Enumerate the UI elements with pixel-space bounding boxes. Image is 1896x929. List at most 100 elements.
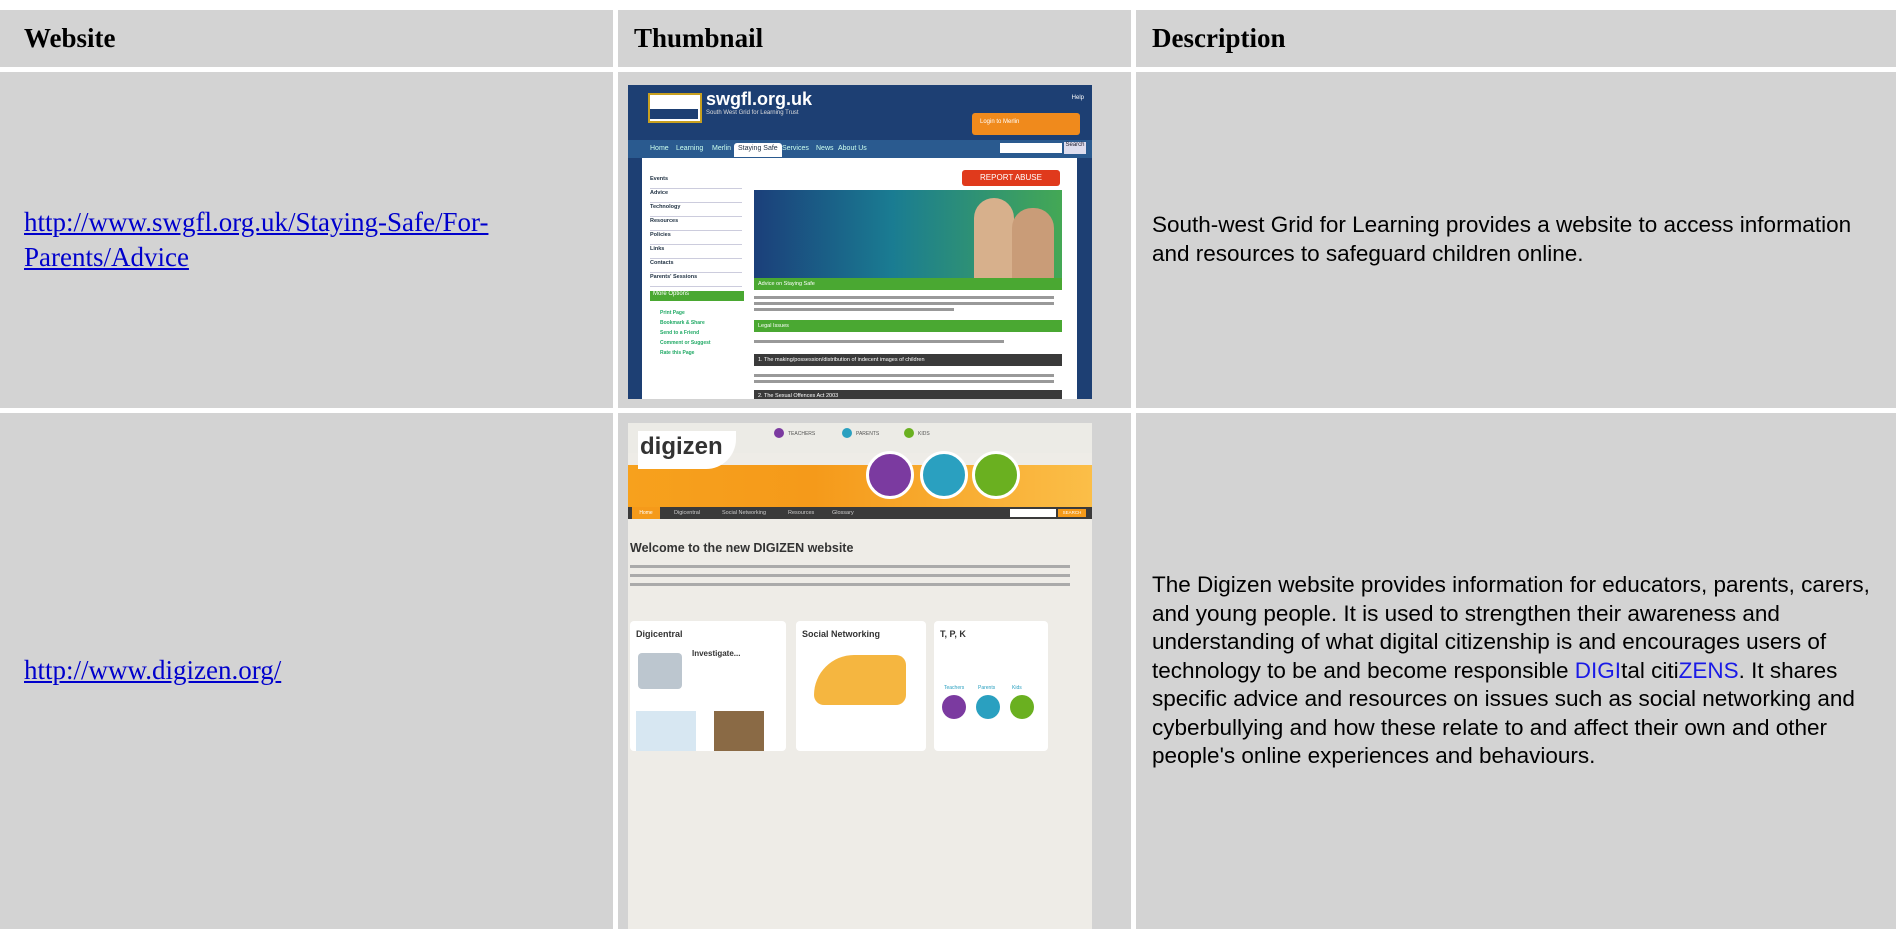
- digizen-search-button: SEARCH: [1058, 509, 1086, 517]
- digizen-logo: digizen: [640, 433, 723, 460]
- swgfl-side-item: Events: [650, 176, 742, 189]
- tpk-link: Parents: [978, 685, 996, 691]
- digizen-panel-title: T, P, K: [940, 629, 966, 639]
- teachers-dot-icon: [774, 428, 784, 438]
- digizen-top-link: TEACHERS: [788, 431, 816, 437]
- header-description: Description: [1136, 10, 1896, 67]
- swgfl-text-line: [754, 308, 954, 311]
- swgfl-login-box: Login to Merlin: [972, 113, 1080, 135]
- digizen-panel-digicentral: Digicentral Investigate...: [630, 621, 786, 751]
- digizen-welcome-heading: Welcome to the new DIGIZEN website: [630, 541, 854, 555]
- header-website: Website: [0, 10, 613, 67]
- digizen-nav-item: Resources: [788, 510, 815, 516]
- swgfl-side-item: Policies: [650, 232, 742, 245]
- thumbnail-cell-digizen: digizen TEACHERS PARENTS KIDS Home Digic…: [618, 413, 1131, 929]
- swgfl-text-line: [754, 302, 1054, 305]
- swgfl-advice-bar: Advice on Staying Safe: [754, 278, 1062, 290]
- parents-figure-icon: [920, 451, 968, 499]
- kids-dot-icon: [904, 428, 914, 438]
- website-cell-digizen: http://www.digizen.org/: [0, 413, 613, 929]
- thumbnail-cell-swgfl: swgfl.org.uk South West Grid for Learnin…: [618, 72, 1131, 408]
- swgfl-description: South-west Grid for Learning provides a …: [1152, 212, 1852, 266]
- tpk-link: Teachers: [944, 685, 965, 691]
- swgfl-search-button: Search: [1064, 142, 1086, 154]
- digizen-panel-title: Social Networking: [802, 629, 881, 639]
- digizen-orange-banner: [628, 465, 1092, 512]
- parents-dot-icon: [842, 428, 852, 438]
- swgfl-nav-learning: Learning: [676, 145, 704, 152]
- tpk-link: Kids: [1012, 685, 1022, 691]
- digizen-top-link: PARENTS: [856, 431, 880, 437]
- swgfl-text-line: [754, 374, 1054, 377]
- swgfl-side-item: Contacts: [650, 260, 742, 273]
- digizen-nav-home: Home: [632, 507, 660, 519]
- kid-circle-icon: [1010, 695, 1034, 719]
- digizen-text-line: [630, 574, 1070, 577]
- swgfl-option: Comment or Suggest: [660, 340, 711, 346]
- swgfl-help-link: Help: [1071, 95, 1084, 101]
- swgfl-site-title: swgfl.org.uk: [706, 89, 813, 109]
- swgfl-report-abuse: REPORT ABUSE: [962, 170, 1060, 186]
- swgfl-issue-bar: 1. The making/possession/distribution of…: [754, 354, 1062, 366]
- digi-highlight: DIGI: [1574, 657, 1622, 683]
- digizen-top-link: KIDS: [918, 431, 930, 437]
- swgfl-login-label: Login to Merlin: [980, 119, 1020, 125]
- photo-icon: [714, 711, 764, 751]
- digizen-text-line: [630, 565, 1070, 568]
- swgfl-issue-bar: 2. The Sexual Offences Act 2003: [754, 390, 1062, 399]
- swgfl-nav-merlin: Merlin: [712, 145, 732, 152]
- digizen-panel-tpk: T, P, K Teachers Parents Kids: [934, 621, 1048, 751]
- swgfl-text-line: [754, 296, 1054, 299]
- laptop-figure-icon: [814, 655, 906, 705]
- digizen-panel-title: Digicentral: [636, 629, 683, 639]
- swgfl-banner-person: [1012, 208, 1054, 278]
- digizen-link[interactable]: http://www.digizen.org/: [24, 653, 281, 688]
- digizen-investigate: Investigate...: [692, 649, 741, 658]
- swgfl-text-line: [754, 340, 1004, 343]
- swgfl-option: Print Page: [660, 310, 685, 316]
- swgfl-side-item: Parents' Sessions: [650, 274, 742, 287]
- swgfl-logo-strip: [650, 109, 698, 119]
- swgfl-banner-image: [754, 190, 1062, 278]
- swgfl-side-item: Advice: [650, 190, 742, 203]
- swgfl-option: Rate this Page: [660, 350, 695, 356]
- digizen-nav-item: Digicentral: [674, 510, 700, 516]
- digizen-nav-item: Glossary: [832, 510, 854, 516]
- people-icon: [638, 653, 682, 689]
- swgfl-site-subtitle: South West Grid for Learning Trust: [706, 110, 799, 116]
- header-thumbnail: Thumbnail: [618, 10, 1131, 67]
- website-cell-swgfl: http://www.swgfl.org.uk/Staying-Safe/For…: [0, 72, 613, 408]
- description-cell-swgfl: South-west Grid for Learning provides a …: [1136, 72, 1896, 408]
- description-cell-digizen: The Digizen website provides information…: [1136, 413, 1896, 929]
- digizen-search-field: [1010, 509, 1056, 517]
- zens-highlight: ZENS: [1678, 657, 1739, 683]
- globe-icon: [636, 711, 696, 751]
- kid-figure-icon: [972, 451, 1020, 499]
- parents-circle-icon: [976, 695, 1000, 719]
- swgfl-banner-person: [974, 198, 1014, 278]
- swgfl-side-item: Links: [650, 246, 742, 259]
- swgfl-text-line: [754, 380, 1054, 383]
- swgfl-option: Send to a Friend: [660, 330, 700, 336]
- swgfl-option: Bookmark & Share: [660, 320, 705, 326]
- digizen-text-line: [630, 583, 1070, 586]
- swgfl-nav-services: Services: [782, 145, 809, 152]
- digizen-panel-social: Social Networking: [796, 621, 926, 751]
- teacher-circle-icon: [942, 695, 966, 719]
- swgfl-page-body: Events Advice Technology Resources Polic…: [642, 158, 1077, 399]
- swgfl-nav-staying-safe: Staying Safe: [734, 143, 782, 157]
- swgfl-side-item: Resources: [650, 218, 742, 231]
- swgfl-side-item: Technology: [650, 204, 742, 217]
- swgfl-thumbnail[interactable]: swgfl.org.uk South West Grid for Learnin…: [628, 85, 1092, 399]
- swgfl-legal-bar: Legal Issues: [754, 320, 1062, 332]
- swgfl-more-options: More Options: [650, 291, 744, 301]
- swgfl-search-field: [1000, 143, 1062, 153]
- digizen-nav-item: Social Networking: [722, 510, 767, 516]
- teacher-figure-icon: [866, 451, 914, 499]
- digizen-description: The Digizen website provides information…: [1152, 572, 1870, 769]
- swgfl-nav-home: Home: [650, 145, 669, 152]
- swgfl-nav-about: About Us: [838, 145, 867, 152]
- digizen-thumbnail[interactable]: digizen TEACHERS PARENTS KIDS Home Digic…: [628, 423, 1092, 929]
- websites-table: Website Thumbnail Description http://www…: [0, 0, 1896, 929]
- swgfl-link[interactable]: http://www.swgfl.org.uk/Staying-Safe/For…: [24, 205, 488, 275]
